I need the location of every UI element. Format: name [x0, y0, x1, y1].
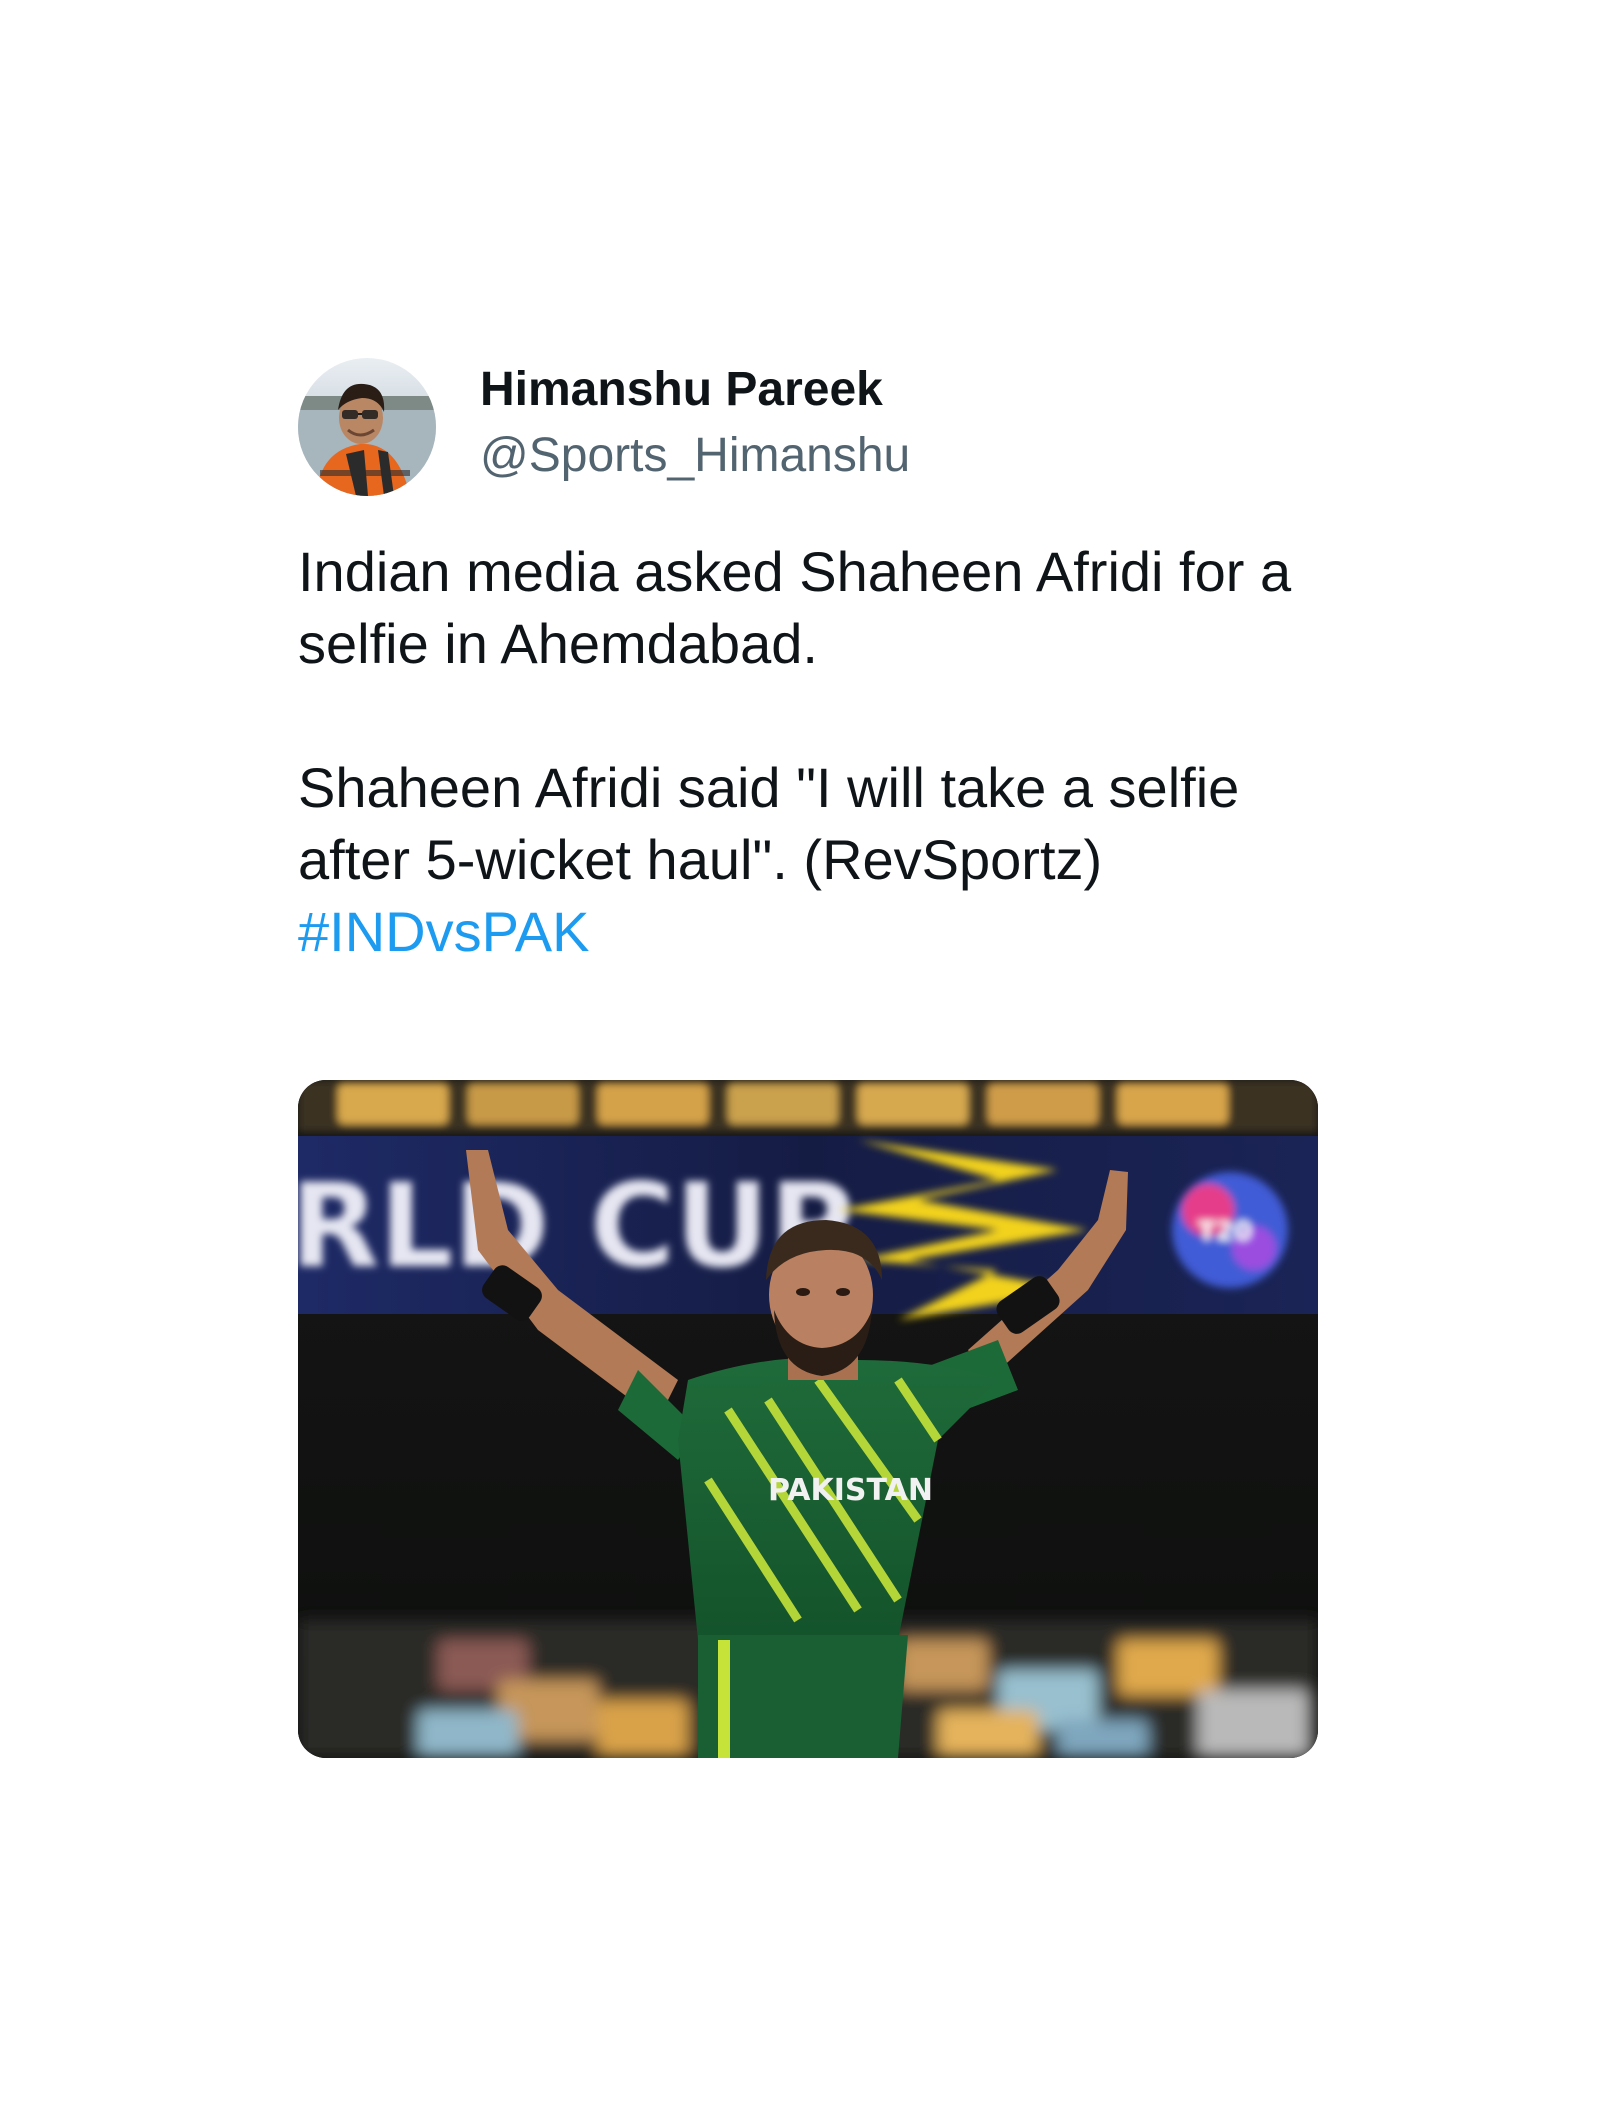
hashtag-link[interactable]: #INDvsPAK [298, 900, 589, 963]
tweet-paragraph: Indian media asked Shaheen Afridi for a … [298, 540, 1292, 675]
svg-text:T20: T20 [1198, 1217, 1252, 1247]
tweet-paragraph: Shaheen Afridi said "I will take a selfi… [298, 756, 1240, 891]
avatar[interactable] [298, 358, 436, 496]
author-display-name[interactable]: Himanshu Pareek [480, 362, 883, 418]
tweet-body: Indian media asked Shaheen Afridi for a … [298, 536, 1338, 968]
tweet-media-image[interactable]: RLD CUP T20 PAKISTAN [298, 1080, 1318, 1758]
jersey-text: PAKISTAN [768, 1473, 933, 1508]
cricket-player-photo-icon: RLD CUP T20 PAKISTAN [298, 1080, 1318, 1758]
author-handle[interactable]: @Sports_Himanshu [480, 428, 910, 484]
profile-photo-icon [298, 358, 436, 496]
